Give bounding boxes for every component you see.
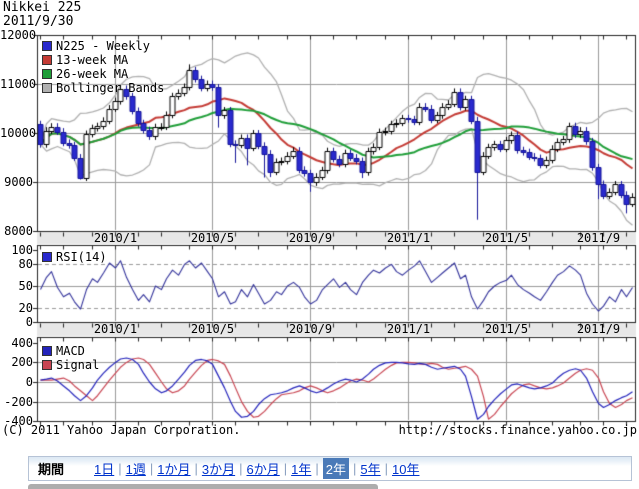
legend-label: Bollinger Bands <box>56 82 164 94</box>
period-link-selected-2年[interactable]: 2年 <box>323 458 349 479</box>
ma13-swatch-icon <box>42 55 52 65</box>
period-link-5年[interactable]: 5年 <box>360 459 380 478</box>
legend-label: 13-week MA <box>56 54 128 66</box>
period-separator: | <box>353 461 356 476</box>
n225-swatch-icon <box>42 41 52 51</box>
period-separator: | <box>118 461 121 476</box>
period-link-1年[interactable]: 1年 <box>291 459 311 478</box>
period-link-10年[interactable]: 10年 <box>392 459 419 478</box>
period-toolbar: 期間 1日 | 1週 | 1か月 | 3か月 | 6か月 | 1年 | 2年 | 5年 | 10年 <box>28 456 632 481</box>
bollinger-swatch-icon <box>42 83 52 93</box>
period-link-1週[interactable]: 1週 <box>126 459 146 478</box>
price-legend: N225 - Weekly 13-week MA 26-week MA Boll… <box>42 39 164 94</box>
period-separator: | <box>315 461 318 476</box>
period-separator: | <box>239 461 242 476</box>
period-separator: | <box>284 461 287 476</box>
rsi-swatch-icon <box>42 252 52 262</box>
legend-item-ma26: 26-week MA <box>42 67 164 80</box>
period-link-1か月[interactable]: 1か月 <box>157 459 190 478</box>
stock-chart-page: Nikkei 225 2011/9/30 1200011000100009000… <box>0 0 639 489</box>
period-link-6か月[interactable]: 6か月 <box>247 459 280 478</box>
period-separator: | <box>195 461 198 476</box>
ma26-swatch-icon <box>42 69 52 79</box>
legend-item-signal: Signal <box>42 358 99 371</box>
period-links: 1日 | 1週 | 1か月 | 3か月 | 6か月 | 1年 | 2年 | 5年 | 10年 <box>94 458 419 479</box>
macd-legend: MACD Signal <box>42 344 99 371</box>
legend-item-rsi: RSI(14) <box>42 250 107 263</box>
macd-swatch-icon <box>42 346 52 356</box>
rsi-legend: RSI(14) <box>42 250 107 263</box>
legend-label: MACD <box>56 345 85 357</box>
legend-item-macd: MACD <box>42 344 99 357</box>
legend-item-bollinger: Bollinger Bands <box>42 81 164 94</box>
period-link-3か月[interactable]: 3か月 <box>202 459 235 478</box>
next-section-edge <box>28 484 378 489</box>
legend-item-ma13: 13-week MA <box>42 53 164 66</box>
signal-swatch-icon <box>42 360 52 370</box>
legend-label: RSI(14) <box>56 251 107 263</box>
legend-label: N225 - Weekly <box>56 40 150 52</box>
legend-item-n225: N225 - Weekly <box>42 39 164 52</box>
legend-label: 26-week MA <box>56 68 128 80</box>
legend-label: Signal <box>56 359 99 371</box>
period-link-1日[interactable]: 1日 <box>94 459 114 478</box>
copyright-text: (C) 2011 Yahoo Japan Corporation. <box>2 423 240 437</box>
period-separator: | <box>150 461 153 476</box>
site-url: http://stocks.finance.yahoo.co.jp <box>399 423 637 437</box>
period-separator: | <box>385 461 388 476</box>
period-toolbar-label: 期間 <box>38 459 64 478</box>
